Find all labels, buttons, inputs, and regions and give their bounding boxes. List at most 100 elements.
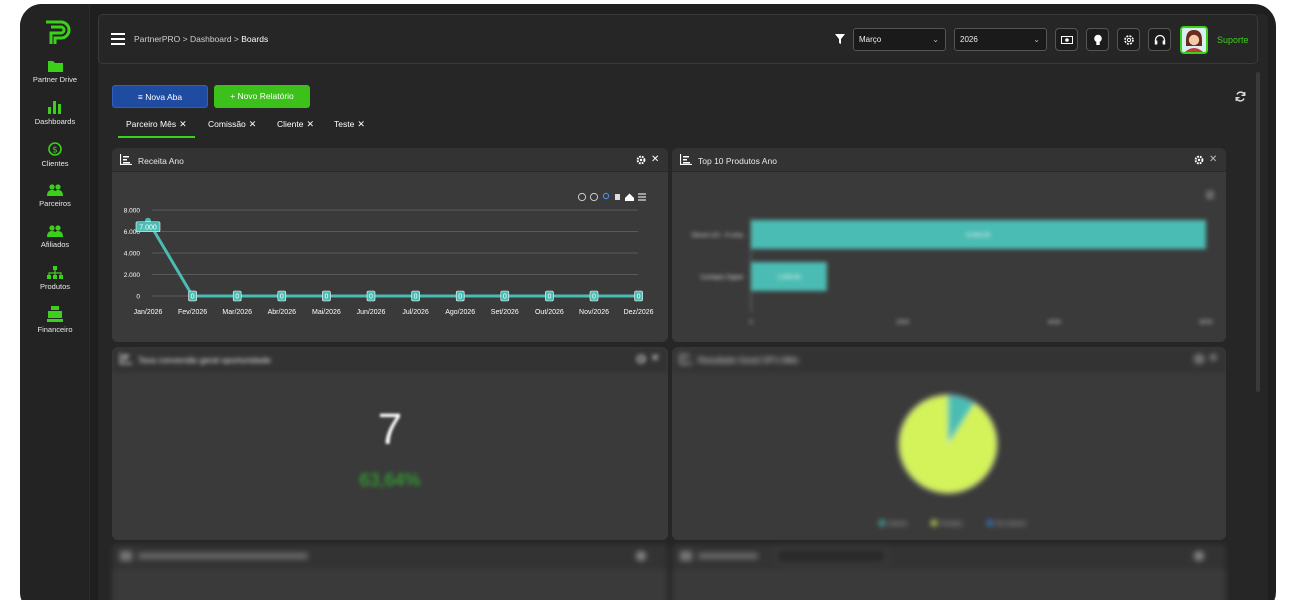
- tab-comissao[interactable]: Comissão ✕: [200, 119, 264, 136]
- tab-parceiro-mes[interactable]: Parceiro Mês ✕: [118, 119, 195, 138]
- chart-icon: [120, 154, 132, 165]
- revenue-panel: Receita Ano ✕ 8.000 6.000 4.000 2.000 0 7.000…: [112, 148, 668, 342]
- panel-title-placeholder: [698, 553, 758, 559]
- data-label: 0: [458, 294, 462, 301]
- x-tick-label: Nov/2026: [579, 309, 609, 316]
- bottom-right-panel: [672, 544, 1226, 600]
- conversion-count: 7: [377, 405, 403, 454]
- revenue-line-chart: 8.0006.0004.0002.00007.000Jan/20260Fev/2…: [124, 192, 654, 316]
- close-icon[interactable]: ✕: [1209, 154, 1217, 165]
- tab-label: Parceiro Mês: [126, 119, 177, 129]
- users-icon: [47, 184, 63, 196]
- close-icon[interactable]: ✕: [179, 119, 187, 129]
- zoom-out-icon: [589, 192, 599, 202]
- partnerpro-logo-icon[interactable]: [43, 20, 71, 46]
- folder-icon: [47, 61, 63, 72]
- close-icon[interactable]: ✕: [306, 119, 314, 129]
- chart-icon: [680, 353, 692, 364]
- main-content: PartnerPRO > Dashboard > Boards Março ⌄ …: [98, 14, 1268, 600]
- new-report-button[interactable]: + Novo Relatório: [214, 85, 310, 108]
- panel-title: Taxa conversão geral oportunidade: [138, 355, 271, 365]
- bar-category-label: Cardapio Digital: [700, 275, 743, 281]
- x-tick-label: Jun/2026: [357, 309, 386, 316]
- gear-icon[interactable]: [636, 155, 646, 165]
- tab-cliente[interactable]: Cliente ✕: [269, 119, 322, 136]
- menu-icon: [638, 193, 646, 201]
- sidebar: Partner Drive Dashboards $ Clientes Parc…: [20, 4, 90, 600]
- month-select[interactable]: Março ⌄: [853, 28, 946, 51]
- home-icon: [625, 193, 634, 201]
- close-icon[interactable]: ✕: [249, 119, 257, 129]
- year-select[interactable]: 2026 ⌄: [954, 28, 1047, 51]
- close-icon[interactable]: ✕: [1209, 353, 1217, 364]
- data-label: 0: [191, 294, 195, 301]
- sidebar-item-afiliados[interactable]: Afiliados: [20, 225, 90, 249]
- x-tick-label: Set/2026: [491, 309, 519, 316]
- sidebar-item-label: Parceiros: [39, 199, 71, 208]
- breadcrumb-path[interactable]: PartnerPRO > Dashboard >: [134, 34, 241, 44]
- sidebar-item-label: Dashboards: [34, 117, 76, 126]
- gear-icon[interactable]: [636, 551, 646, 561]
- new-report-label: Novo Relatório: [237, 91, 294, 101]
- sidebar-item-parceiros[interactable]: Parceiros: [20, 184, 90, 208]
- user-avatar-icon: [1182, 28, 1206, 52]
- data-label: 7.000: [139, 224, 157, 231]
- plus-icon: +: [230, 91, 236, 101]
- legend-marker: [879, 520, 885, 526]
- top-bar: PartnerPRO > Dashboard > Boards Março ⌄ …: [98, 14, 1258, 64]
- x-tick-label: Jan/2026: [134, 309, 163, 316]
- gear-icon[interactable]: [636, 354, 646, 364]
- gear-icon[interactable]: [1194, 354, 1204, 364]
- sidebar-item-partner-drive[interactable]: Partner Drive: [20, 60, 90, 84]
- panel-title-placeholder: [138, 553, 308, 559]
- settings-button[interactable]: [1117, 28, 1140, 51]
- tab-teste[interactable]: Teste ✕: [326, 119, 373, 136]
- close-icon[interactable]: ✕: [357, 119, 365, 129]
- chart-icon: [120, 353, 132, 364]
- ideas-button[interactable]: [1086, 28, 1109, 51]
- x-tick-label: 6000: [1199, 320, 1213, 326]
- revenue-series-line: [146, 219, 639, 298]
- avatar[interactable]: [1180, 26, 1208, 54]
- new-tab-button[interactable]: ≡ Nova Aba: [112, 85, 208, 108]
- close-icon[interactable]: ✕: [651, 154, 659, 165]
- sidebar-item-label: Clientes: [41, 159, 69, 168]
- filter-select[interactable]: [776, 548, 886, 564]
- bottom-left-panel: [112, 544, 668, 600]
- legend-label: Em Aberto: [996, 521, 1027, 528]
- sidebar-item-label: Produtos: [39, 282, 71, 291]
- menu-toggle-icon[interactable]: [111, 33, 125, 45]
- conversion-percent: 63,64%: [359, 470, 421, 490]
- gear-icon[interactable]: [1194, 551, 1204, 561]
- data-label: 0: [235, 294, 239, 301]
- main-scrollbar[interactable]: [1256, 72, 1260, 392]
- refresh-icon[interactable]: [1235, 91, 1246, 102]
- sidebar-item-dashboards[interactable]: Dashboards: [20, 101, 90, 126]
- sidebar-item-label: Afiliados: [40, 240, 70, 249]
- new-tab-label: Nova Aba: [145, 92, 183, 102]
- sidebar-item-financeiro[interactable]: Financeiro: [20, 306, 90, 334]
- legend-label: Ganho: [888, 521, 908, 528]
- gear-icon[interactable]: [1194, 155, 1204, 165]
- sidebar-item-produtos[interactable]: Produtos: [20, 266, 90, 291]
- list-icon: ≡: [137, 92, 143, 102]
- data-label: 0: [503, 294, 507, 301]
- cash-button[interactable]: [1055, 28, 1078, 51]
- headset-button[interactable]: [1148, 28, 1171, 51]
- legend-label: Perdido: [940, 521, 963, 528]
- top-products-bar-chart: 0 2000 4000 6000 6.000,00 Diesel s10 - À vist…: [692, 191, 1214, 326]
- bar-chart-icon: [48, 101, 61, 114]
- top-products-panel: Top 10 Produtos Ano ✕ 0 2000 4000 6000 6.000…: [672, 148, 1226, 342]
- x-tick-label: Fev/2026: [178, 309, 207, 316]
- sidebar-item-clientes[interactable]: $ Clientes: [20, 142, 90, 168]
- panel-header: Taxa conversão geral oportunidade ✕: [112, 347, 668, 371]
- pan-icon: [615, 194, 620, 200]
- support-link[interactable]: Suporte: [1217, 35, 1249, 45]
- y-tick-label: 4.000: [124, 251, 141, 258]
- x-tick-label: Out/2026: [535, 309, 564, 316]
- close-icon[interactable]: ✕: [651, 353, 659, 364]
- panel-title: Receita Ano: [138, 156, 184, 166]
- panel-title: Top 10 Produtos Ano: [698, 156, 777, 166]
- chevron-down-icon: ⌄: [932, 35, 939, 44]
- panel-header: Receita Ano ✕: [112, 148, 668, 172]
